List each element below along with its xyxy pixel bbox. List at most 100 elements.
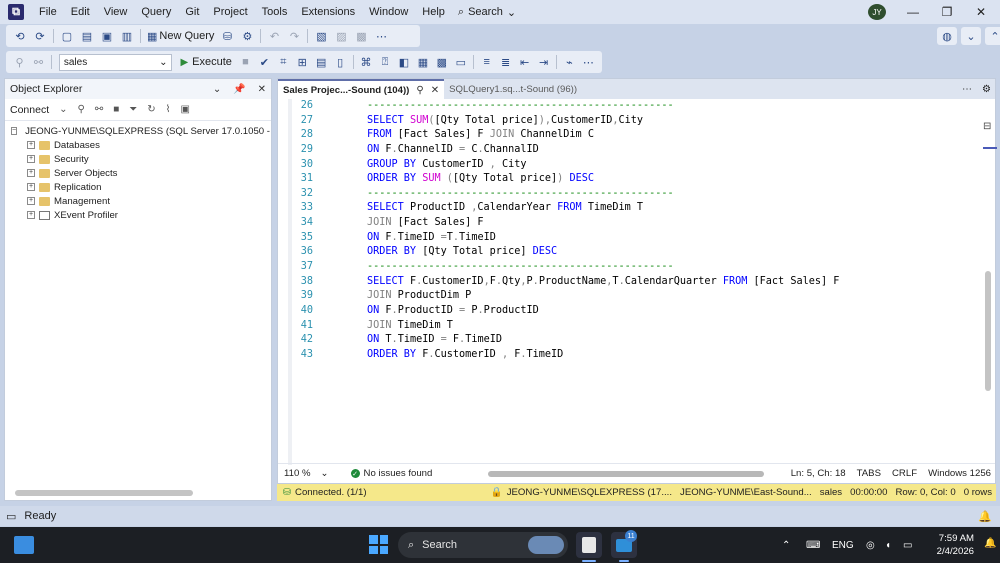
- indent-mode[interactable]: TABS: [857, 468, 881, 479]
- code-line[interactable]: 32 --------------------------------------…: [292, 187, 839, 202]
- chevron-down-icon[interactable]: ⌄: [213, 84, 221, 95]
- widgets-icon[interactable]: [14, 536, 34, 554]
- expand-icon[interactable]: +: [27, 211, 35, 219]
- expand-icon[interactable]: +: [27, 141, 35, 149]
- increase-indent-icon[interactable]: ⇥: [535, 53, 552, 71]
- vertical-scrollbar[interactable]: ⊟: [983, 119, 993, 485]
- uncomment-icon[interactable]: ≣: [497, 53, 514, 71]
- menu-query[interactable]: Query: [134, 0, 178, 24]
- code-line[interactable]: 37 --------------------------------------…: [292, 260, 839, 275]
- menu-edit[interactable]: Edit: [64, 0, 97, 24]
- menu-file[interactable]: File: [32, 0, 64, 24]
- results-text-icon[interactable]: ▦: [414, 53, 431, 71]
- refresh-icon[interactable]: ↻: [147, 104, 155, 115]
- properties-icon[interactable]: ▧: [312, 27, 330, 45]
- code-line[interactable]: 29 ON F.ChannelID = C.ChannalID: [292, 143, 839, 158]
- pin-icon[interactable]: ⚲: [416, 85, 423, 96]
- code-line[interactable]: 30 GROUP BY CustomerID , City: [292, 158, 839, 173]
- tab-sales-project[interactable]: Sales Projec...-Sound (104)) ⚲ ✕: [278, 79, 445, 99]
- menu-search[interactable]: ⌕ Search ⌄: [452, 6, 526, 19]
- encoding[interactable]: Windows 1256: [928, 468, 991, 479]
- tree-node-xevent-profiler[interactable]: + XEvent Profiler: [5, 208, 271, 222]
- collapse-icon[interactable]: ⌃: [985, 27, 1000, 45]
- zoom-select[interactable]: 110 % ⌄: [278, 468, 335, 479]
- horizontal-scrollbar[interactable]: [15, 490, 193, 496]
- close-icon[interactable]: ✕: [431, 85, 439, 96]
- code-line[interactable]: 43 ORDER BY F.CustomerID , F.TimeID: [292, 348, 839, 363]
- volume-icon[interactable]: ◖: [885, 527, 891, 563]
- undo-icon[interactable]: ↶: [265, 27, 283, 45]
- paste-icon[interactable]: ▩: [352, 27, 370, 45]
- code-line[interactable]: 36 ORDER BY [Qty Total price] DESC: [292, 245, 839, 260]
- collapse-icon[interactable]: −: [11, 127, 18, 135]
- copilot-icon[interactable]: ◍: [937, 27, 957, 45]
- results-grid-icon[interactable]: ▤: [313, 53, 330, 71]
- menu-help[interactable]: Help: [415, 0, 452, 24]
- start-button[interactable]: [369, 535, 388, 554]
- globe-icon[interactable]: ◎: [866, 527, 875, 563]
- menu-window[interactable]: Window: [362, 0, 415, 24]
- more-icon[interactable]: ⋯: [372, 27, 390, 45]
- taskbar-clock[interactable]: 7:59 AM 2/4/2026: [918, 532, 974, 558]
- chevron-down-icon[interactable]: ⌄: [961, 27, 981, 45]
- database-select[interactable]: sales ⌄: [58, 53, 173, 71]
- taskbar-search[interactable]: ⌕ Search: [398, 532, 568, 558]
- line-ending[interactable]: CRLF: [892, 468, 917, 479]
- code-line[interactable]: 26 --------------------------------------…: [292, 99, 839, 114]
- close-icon[interactable]: ✕: [258, 84, 266, 95]
- tree-node-security[interactable]: + Security: [5, 152, 271, 166]
- disconnect-icon[interactable]: ⚯: [95, 104, 103, 115]
- avatar[interactable]: JY: [868, 4, 886, 20]
- activity-monitor-icon[interactable]: ⌇: [166, 104, 171, 115]
- notification-bell-icon[interactable]: 🔔: [984, 538, 996, 549]
- pin-icon[interactable]: 📌: [233, 84, 245, 95]
- menu-git[interactable]: Git: [178, 0, 206, 24]
- open-folder-icon[interactable]: ▤: [78, 27, 96, 45]
- code-line[interactable]: 40 ON F.ProductID = P.ProductID: [292, 304, 839, 319]
- filter-icon[interactable]: ⏷: [129, 104, 137, 115]
- comment-icon[interactable]: ≡: [478, 53, 495, 71]
- notification-bell-icon[interactable]: 🔔: [978, 510, 992, 523]
- change-connection-icon[interactable]: ⚯: [30, 53, 47, 71]
- close-button[interactable]: ✕: [964, 0, 998, 24]
- save-icon[interactable]: ▣: [98, 27, 116, 45]
- code-line[interactable]: 41 JOIN TimeDim T: [292, 319, 839, 334]
- more-icon[interactable]: ⋯: [580, 53, 597, 71]
- stop-icon[interactable]: ■: [237, 53, 254, 71]
- code-area[interactable]: 26 --------------------------------------…: [278, 99, 997, 465]
- parse-check-icon[interactable]: ✔: [256, 53, 273, 71]
- code-line[interactable]: 28 FROM [Fact Sales] F JOIN ChannelDim C: [292, 128, 839, 143]
- copy-icon[interactable]: ▨: [332, 27, 350, 45]
- expand-icon[interactable]: +: [27, 183, 35, 191]
- keyboard-icon[interactable]: ⌨: [806, 527, 820, 563]
- code-line[interactable]: 27 SELECT SUM([Qty Total price]),Customer…: [292, 114, 839, 129]
- new-file-icon[interactable]: ▢: [58, 27, 76, 45]
- ssms-logo-icon[interactable]: ⧉: [8, 4, 24, 20]
- menu-project[interactable]: Project: [206, 0, 254, 24]
- tree-node-management[interactable]: + Management: [5, 194, 271, 208]
- scrollbar-thumb[interactable]: [985, 271, 991, 391]
- results-grid-toggle-icon[interactable]: ▩: [433, 53, 450, 71]
- expand-icon[interactable]: +: [27, 155, 35, 163]
- stop-icon[interactable]: ■: [113, 104, 119, 115]
- results-file-icon[interactable]: ▯: [332, 53, 349, 71]
- connect-plug-icon[interactable]: ⚲: [78, 104, 85, 115]
- execute-button[interactable]: ▶ Execute: [176, 56, 235, 68]
- horizontal-scrollbar-thumb[interactable]: [488, 471, 764, 477]
- connect-icon[interactable]: ⚲: [11, 53, 28, 71]
- expand-icon[interactable]: +: [27, 169, 35, 177]
- save-all-icon[interactable]: ▥: [118, 27, 136, 45]
- battery-icon[interactable]: ▭: [903, 527, 912, 563]
- tree-node-server[interactable]: − JEONG-YUNME\SQLEXPRESS (SQL Server 17.…: [5, 124, 271, 138]
- code-line[interactable]: 34 JOIN [Fact Sales] F: [292, 216, 839, 231]
- expand-icon[interactable]: +: [27, 197, 35, 205]
- decrease-indent-icon[interactable]: ⇤: [516, 53, 533, 71]
- show-hidden-icons[interactable]: ⌃: [782, 527, 790, 563]
- specify-values-icon[interactable]: ⌁: [561, 53, 578, 71]
- more-icon[interactable]: ⋯: [962, 84, 972, 95]
- live-stats-icon[interactable]: ⍰: [377, 53, 394, 71]
- redo-icon[interactable]: ↷: [285, 27, 303, 45]
- tree-node-replication[interactable]: + Replication: [5, 180, 271, 194]
- code-line[interactable]: 31 ORDER BY SUM ([Qty Total price]) DESC: [292, 172, 839, 187]
- tree-node-databases[interactable]: + Databases: [5, 138, 271, 152]
